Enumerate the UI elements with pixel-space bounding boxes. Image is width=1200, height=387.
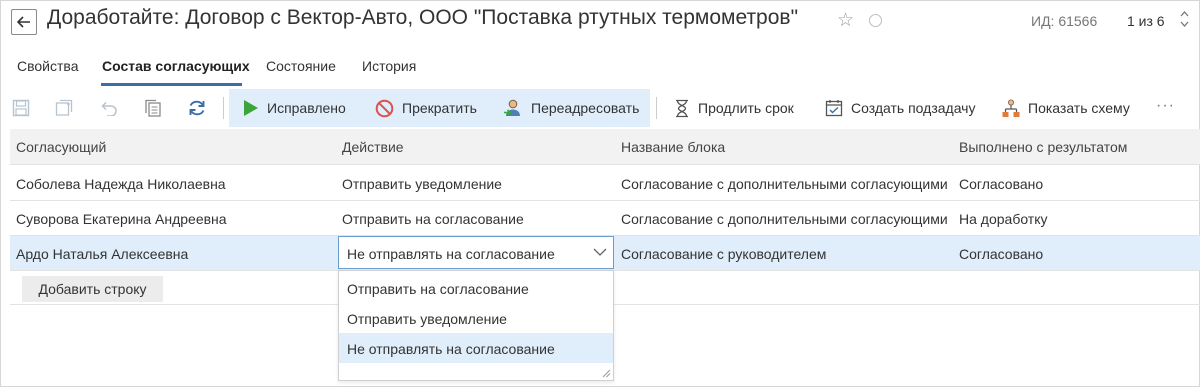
document-id: ИД: 61566 xyxy=(1031,13,1098,29)
tab-state[interactable]: Состояние xyxy=(266,58,336,74)
prohibit-icon xyxy=(375,99,394,117)
cell-approver: Соболева Надежда Николаевна xyxy=(16,176,226,192)
show-scheme-button[interactable]: Показать схему xyxy=(1002,89,1130,127)
tab-bar: Свойства Состав согласующих Состояние Ис… xyxy=(0,50,1200,86)
pager-prev-icon[interactable] xyxy=(1180,11,1189,17)
extend-deadline-label: Продлить срок xyxy=(698,100,794,116)
action-dropdown-list: Отправить на согласование Отправить увед… xyxy=(338,270,614,381)
toolbar: Исправлено Прекратить Переадресовать Про… xyxy=(0,89,1200,127)
dropdown-option[interactable]: Отправить уведомление xyxy=(339,303,613,333)
column-header-approver[interactable]: Согласующий xyxy=(16,139,106,155)
fixed-button[interactable]: Исправлено xyxy=(243,89,346,127)
tab-history[interactable]: История xyxy=(362,58,416,74)
create-subtask-label: Создать подзадачу xyxy=(851,100,976,116)
show-scheme-label: Показать схему xyxy=(1028,100,1130,116)
save-copy-icon[interactable] xyxy=(53,97,75,119)
dropdown-option-selected[interactable]: Не отправлять на согласование xyxy=(339,333,613,363)
save-icon[interactable] xyxy=(10,97,32,119)
cell-approver: Ардо Наталья Алексеевна xyxy=(16,246,189,262)
toolbar-divider xyxy=(223,97,224,119)
toolbar-divider xyxy=(656,97,657,119)
cell-result: Согласовано xyxy=(959,176,1044,192)
stop-button-label: Прекратить xyxy=(402,100,477,116)
fixed-button-label: Исправлено xyxy=(267,100,346,116)
page-header: Доработайте: Договор с Вектор-Авто, ООО … xyxy=(0,0,1200,44)
tab-approvers[interactable]: Состав согласующих xyxy=(102,58,250,74)
cell-result: На доработку xyxy=(959,211,1048,227)
status-circle-icon[interactable] xyxy=(869,14,882,27)
cell-block: Согласование с дополнительными согласующ… xyxy=(621,176,948,192)
calendar-task-icon xyxy=(825,100,843,117)
tab-properties[interactable]: Свойства xyxy=(17,58,78,74)
stop-button[interactable]: Прекратить xyxy=(375,89,477,127)
column-header-action[interactable]: Действие xyxy=(342,139,404,155)
table-row[interactable]: Соболева Надежда Николаевна Отправить ув… xyxy=(10,166,1200,201)
more-menu-icon[interactable]: ··· xyxy=(1156,97,1175,115)
page-title: Доработайте: Договор с Вектор-Авто, ООО … xyxy=(47,6,799,29)
active-tab-indicator xyxy=(101,83,242,86)
hourglass-icon xyxy=(676,99,688,117)
hierarchy-icon xyxy=(1002,99,1020,117)
copy-icon[interactable] xyxy=(142,97,164,119)
column-header-block[interactable]: Название блока xyxy=(621,139,725,155)
pager-next-icon[interactable] xyxy=(1180,21,1189,27)
action-select[interactable]: Не отправлять на согласование xyxy=(338,236,614,269)
arrow-left-icon xyxy=(17,16,30,28)
chevron-down-icon[interactable] xyxy=(593,245,607,259)
extend-deadline-button[interactable]: Продлить срок xyxy=(674,89,794,127)
dropdown-option[interactable]: Отправить на согласование xyxy=(339,273,613,303)
favorite-star-icon[interactable]: ☆ xyxy=(837,9,854,32)
pager-label: 1 из 6 xyxy=(1127,13,1165,29)
cell-result: Согласовано xyxy=(959,246,1044,262)
table-row[interactable]: Суворова Екатерина Андреевна Отправить н… xyxy=(10,201,1200,236)
cell-action: Отправить уведомление xyxy=(342,176,502,192)
cell-action: Отправить на согласование xyxy=(342,211,524,227)
add-row-button[interactable]: Добавить строку xyxy=(22,276,163,302)
resize-grip-icon[interactable] xyxy=(601,368,611,378)
user-forward-icon xyxy=(504,99,520,116)
action-select-value: Не отправлять на согласование xyxy=(347,246,555,262)
refresh-icon[interactable] xyxy=(186,97,208,119)
play-icon xyxy=(244,100,258,116)
cell-approver: Суворова Екатерина Андреевна xyxy=(16,211,227,227)
back-button[interactable] xyxy=(11,9,37,35)
create-subtask-button[interactable]: Создать подзадачу xyxy=(825,89,975,127)
table-header-row: Согласующий Действие Название блока Выпо… xyxy=(10,129,1200,165)
redirect-button-label: Переадресовать xyxy=(531,100,640,116)
redirect-button[interactable]: Переадресовать xyxy=(503,89,639,127)
cell-block: Согласование с дополнительными согласующ… xyxy=(621,211,948,227)
column-header-result[interactable]: Выполнено с результатом xyxy=(959,139,1127,155)
cell-block: Согласование с руководителем xyxy=(621,246,827,262)
undo-icon[interactable] xyxy=(98,97,120,119)
